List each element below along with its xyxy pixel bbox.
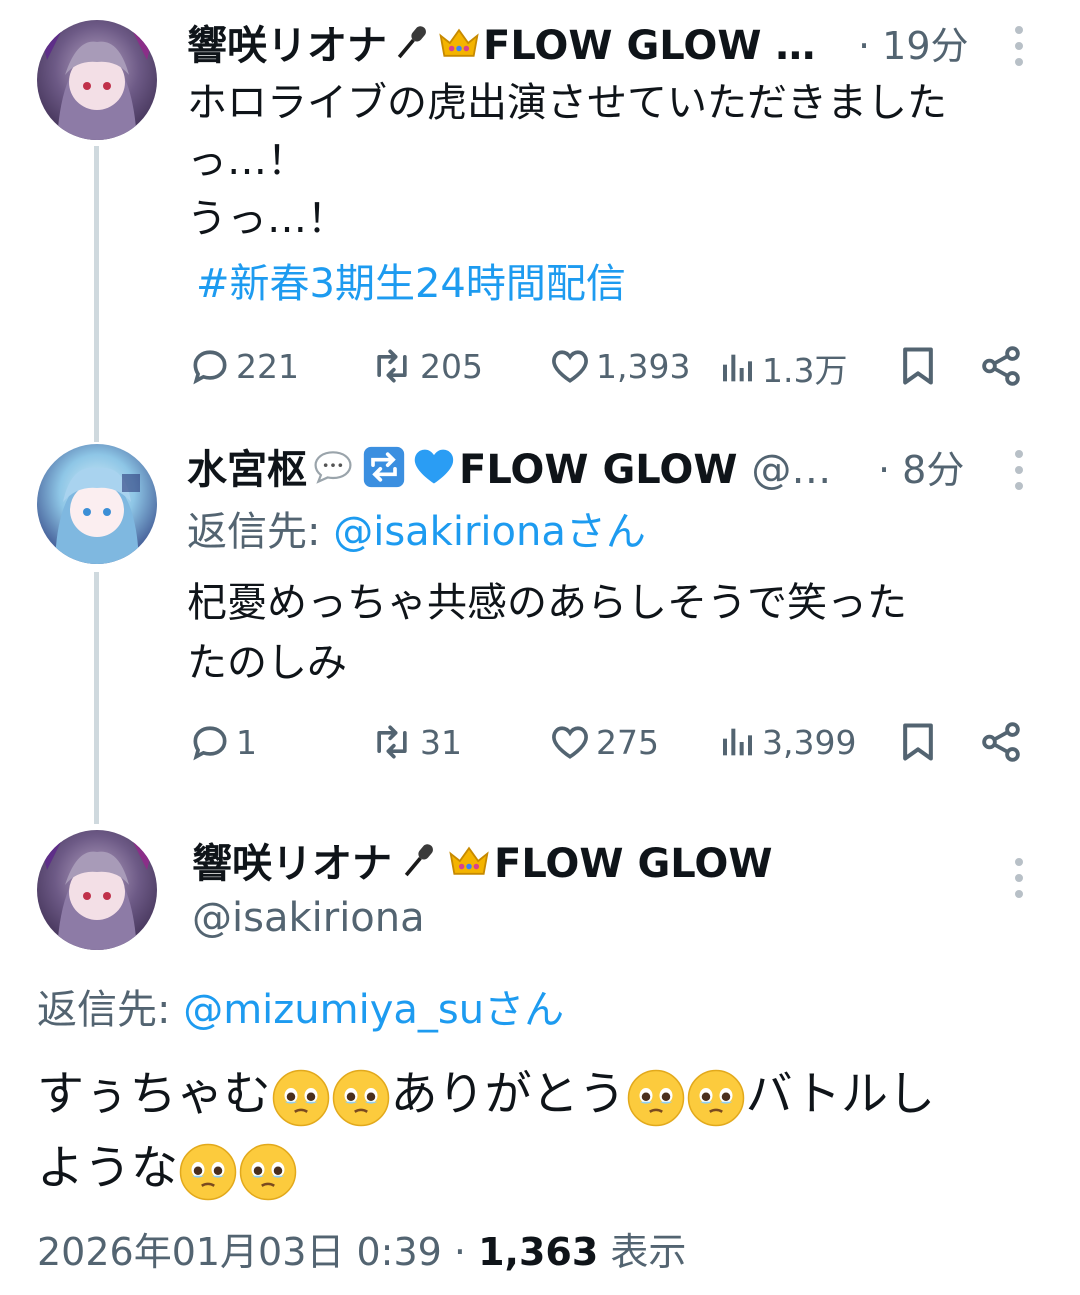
reply-prefix: 返信先:	[37, 987, 184, 1033]
thread-line	[94, 572, 99, 824]
tweet1-time[interactable]: · 19分	[858, 20, 969, 72]
crown-icon	[435, 21, 483, 65]
bookmark-icon	[896, 718, 940, 766]
text-segment: ような	[37, 1141, 178, 1196]
views-icon	[718, 720, 758, 764]
reply-prefix: 返信先:	[187, 509, 334, 555]
reply-count: 221	[236, 346, 299, 386]
tweet3-author[interactable]: 響咲リオナ FLOW GLOW	[192, 838, 972, 890]
avatar-image	[55, 467, 140, 564]
view-count: 1.3万	[762, 351, 848, 390]
retweet-icon	[368, 720, 416, 764]
like-count: 1,393	[596, 346, 691, 386]
repeat-icon	[359, 445, 409, 489]
bookmark-button[interactable]	[896, 718, 940, 766]
share-icon	[978, 342, 1024, 390]
tweet3-text: すぅちゃむ ありがとう バトルし ような	[37, 1058, 1047, 1206]
handle: @…	[751, 447, 832, 493]
tweet2-time[interactable]: · 8分	[878, 444, 964, 496]
reply-count: 1	[236, 722, 257, 762]
like-icon	[548, 720, 592, 764]
text-line: たのしみ	[187, 640, 347, 686]
tweet1-author[interactable]: 響咲リオナ FLOW GLOW …	[187, 20, 837, 72]
display-name: 響咲リオナ	[187, 23, 387, 69]
tweet2-author[interactable]: 水宮枢 FLOW GLOW @…	[187, 444, 837, 496]
speech-bubble-icon	[307, 445, 359, 489]
text-segment: すぅちゃむ	[37, 1067, 271, 1122]
name-suffix: FLOW GLOW	[459, 447, 738, 493]
retweet-count: 31	[420, 722, 462, 762]
text-line: 杞憂めっちゃ共感のあらしそうで笑った	[187, 580, 907, 626]
microphone-icon	[387, 21, 435, 65]
views-icon	[718, 346, 758, 390]
tweet2-action-bar: 1 31 275 3,399	[0, 716, 1080, 766]
like-count: 275	[596, 722, 659, 762]
avatar-isakiriona[interactable]	[37, 830, 157, 950]
avatar-image	[37, 20, 157, 140]
reply-icon	[188, 344, 232, 388]
reply-to-line: 返信先: @mizumiya_suさん	[37, 982, 564, 1038]
views-button[interactable]: 3,399	[718, 720, 856, 764]
teary-face-icon	[271, 1068, 331, 1128]
thread-line	[94, 146, 99, 442]
teary-face-icon	[238, 1142, 298, 1202]
tweet3-handle[interactable]: @isakiriona	[192, 892, 425, 944]
microphone-icon	[392, 839, 444, 883]
view-count: 3,399	[762, 722, 857, 762]
reply-button[interactable]: 221	[188, 344, 299, 388]
avatar-isakiriona[interactable]	[37, 20, 157, 140]
text-line: ような	[37, 1132, 1047, 1206]
more-icon[interactable]	[1014, 450, 1024, 490]
retweet-icon	[368, 344, 416, 388]
more-icon[interactable]	[1014, 26, 1024, 66]
retweet-button[interactable]: 205	[368, 344, 483, 388]
reply-to-link[interactable]: @mizumiya_suさん	[183, 987, 564, 1033]
view-label: 表示	[598, 1230, 687, 1274]
retweet-button[interactable]: 31	[368, 720, 462, 764]
reply-to-line: 返信先: @isakirionaさん	[187, 504, 646, 560]
reply-icon	[188, 720, 232, 764]
share-button[interactable]	[978, 718, 1024, 766]
text-segment: ありがとう	[390, 1067, 626, 1122]
text-line: ホロライブの虎出演させていただきました	[187, 80, 947, 126]
display-name: 響咲リオナ	[192, 841, 392, 887]
timestamp[interactable]: 2026年01月03日 0:39 ·	[37, 1230, 478, 1274]
like-button[interactable]: 275	[548, 720, 659, 764]
teary-face-icon	[178, 1142, 238, 1202]
tweet2-text: 杞憂めっちゃ共感のあらしそうで笑った たのしみ	[187, 573, 1047, 693]
reply-button[interactable]: 1	[188, 720, 257, 764]
view-count: 1,363	[478, 1230, 599, 1274]
text-line: すぅちゃむ ありがとう バトルし	[37, 1058, 1047, 1132]
views-button[interactable]: 1.3万	[718, 344, 847, 392]
like-icon	[548, 344, 592, 388]
share-icon	[978, 718, 1024, 766]
teary-face-icon	[686, 1068, 746, 1128]
text-line: うっ…！	[187, 196, 347, 242]
bookmark-icon	[896, 342, 940, 390]
blue-heart-icon	[409, 445, 459, 489]
crown-icon	[444, 839, 494, 883]
name-suffix: FLOW GLOW …	[483, 23, 816, 69]
tweet1-action-bar: 221 205 1,393 1.3万	[0, 340, 1080, 390]
share-button[interactable]	[978, 342, 1024, 390]
text-segment: バトルし	[745, 1067, 936, 1122]
avatar-image	[37, 830, 157, 950]
hashtag-link[interactable]: #新春3期生24時間配信	[196, 255, 626, 313]
tweet3-footer: 2026年01月03日 0:39 · 1,363 表示	[37, 1224, 686, 1280]
name-suffix: FLOW GLOW	[494, 841, 773, 887]
reply-to-link[interactable]: @isakirionaさん	[333, 509, 646, 555]
retweet-count: 205	[420, 346, 483, 386]
teary-face-icon	[626, 1068, 686, 1128]
avatar-mizumiya[interactable]	[37, 444, 157, 564]
tweet1-text: ホロライブの虎出演させていただきました っ…！ うっ…！	[187, 74, 1047, 248]
teary-face-icon	[331, 1068, 391, 1128]
like-button[interactable]: 1,393	[548, 344, 690, 388]
text-line: っ…！	[187, 138, 307, 184]
display-name: 水宮枢	[187, 447, 307, 493]
more-icon[interactable]	[1014, 858, 1024, 898]
bookmark-button[interactable]	[896, 342, 940, 390]
